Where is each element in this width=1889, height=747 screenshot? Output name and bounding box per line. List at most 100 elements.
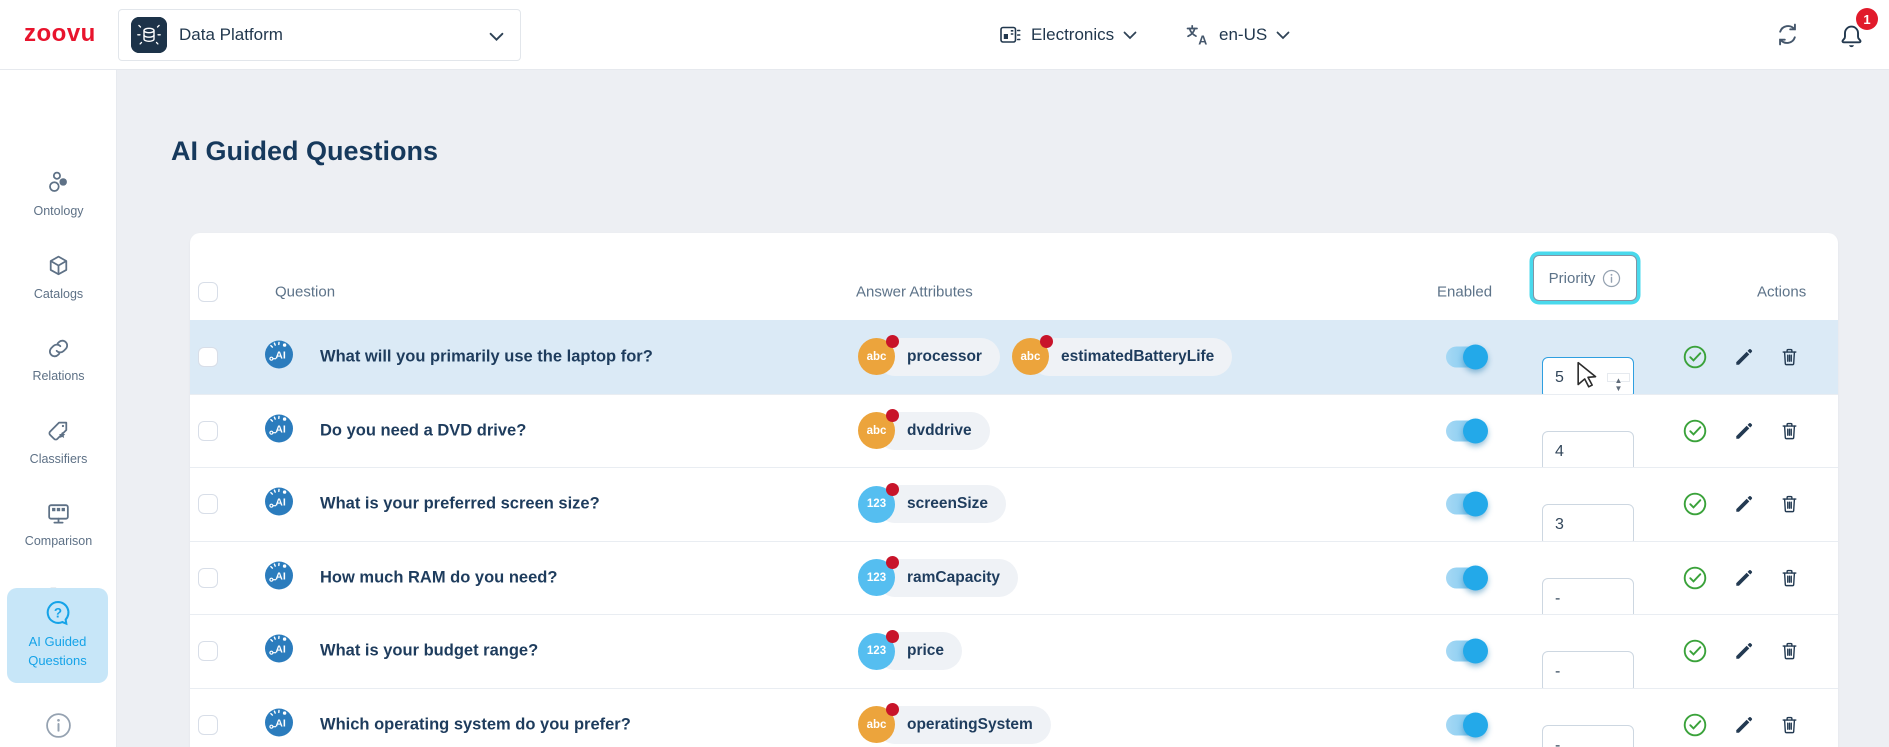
- top-bar: zoovu Data Platform Electronics A en-US …: [0, 0, 1889, 70]
- attribute-type-badge: 123: [858, 556, 899, 597]
- relations-icon: [48, 339, 69, 358]
- spinner-down-icon[interactable]: ▼: [1615, 384, 1623, 393]
- info-icon: [1602, 269, 1621, 288]
- attribute-chip[interactable]: 123 screenSize: [858, 482, 1006, 524]
- approve-button[interactable]: [1682, 344, 1708, 370]
- attribute-chip[interactable]: abc processor: [858, 335, 1000, 376]
- attribute-chip[interactable]: abc dvddrive: [858, 409, 990, 450]
- row-checkbox[interactable]: [198, 494, 218, 515]
- question-text: What will you primarily use the laptop f…: [320, 347, 653, 366]
- row-checkbox[interactable]: [198, 346, 218, 367]
- priority-column-header[interactable]: Priority: [1533, 255, 1637, 301]
- table-row: What is your budget range? 123 price: [190, 614, 1838, 694]
- sidebar-item-label: Relations: [32, 369, 85, 383]
- delete-button[interactable]: [1779, 494, 1800, 515]
- attribute-type-badge: abc: [1011, 335, 1053, 376]
- row-checkbox[interactable]: [198, 567, 218, 588]
- pencil-icon: [1733, 640, 1755, 662]
- trash-icon: [1779, 420, 1800, 441]
- sidebar-item-ai-guided-questions[interactable]: ? AI Guided Questions: [7, 588, 108, 683]
- answer-attributes: abc processor abc estimatedBatteryLife: [858, 335, 1233, 376]
- attribute-type-badge: abc: [858, 409, 899, 450]
- sidebar-item-catalogs[interactable]: Catalogs: [0, 253, 117, 301]
- priority-header-label: Priority: [1548, 269, 1596, 287]
- row-checkbox[interactable]: [198, 420, 218, 441]
- attribute-chip[interactable]: abc estimatedBatteryLife: [1011, 335, 1233, 376]
- delete-button[interactable]: [1779, 567, 1800, 588]
- pencil-icon: [1733, 567, 1755, 589]
- edit-button[interactable]: [1733, 346, 1755, 368]
- attribute-chip[interactable]: 123 price: [858, 629, 963, 671]
- comparison-icon: [48, 504, 69, 524]
- chevron-down-icon: [1123, 31, 1137, 40]
- table-body: What will you primarily use the laptop f…: [190, 320, 1838, 747]
- priority-input[interactable]: [1542, 724, 1634, 747]
- delete-button[interactable]: [1779, 714, 1800, 735]
- delete-button[interactable]: [1779, 420, 1800, 441]
- sidebar: Ontology Catalogs Relations Classifiers …: [0, 70, 117, 747]
- ai-question-icon: [264, 560, 294, 590]
- row-checkbox[interactable]: [198, 714, 218, 735]
- check-circle-icon: [1682, 491, 1708, 517]
- sidebar-item-ontology[interactable]: Ontology: [0, 170, 117, 218]
- enabled-toggle[interactable]: [1446, 418, 1488, 444]
- attribute-alert-dot: [886, 482, 899, 496]
- delete-button[interactable]: [1779, 641, 1800, 662]
- enabled-toggle[interactable]: [1446, 491, 1488, 517]
- enabled-toggle[interactable]: [1446, 712, 1488, 738]
- catalogs-icon: [49, 255, 68, 276]
- edit-button[interactable]: [1733, 493, 1755, 515]
- refresh-button[interactable]: [1774, 21, 1801, 51]
- approve-button[interactable]: [1682, 491, 1708, 517]
- approve-button[interactable]: [1682, 712, 1708, 738]
- chevron-down-icon: [489, 32, 504, 42]
- svg-text:?: ?: [53, 605, 61, 620]
- select-all-checkbox[interactable]: [198, 281, 218, 302]
- chevron-down-icon: [1276, 31, 1290, 40]
- trash-icon: [1779, 346, 1800, 367]
- attribute-chip[interactable]: abc operatingSystem: [858, 703, 1051, 744]
- catalog-selector[interactable]: Electronics: [998, 0, 1137, 70]
- delete-button[interactable]: [1779, 346, 1800, 367]
- sidebar-item-label: Comparison: [24, 534, 93, 548]
- sidebar-item-classifiers[interactable]: Classifiers: [0, 418, 117, 466]
- ai-question-icon: [264, 707, 294, 737]
- help-info-button[interactable]: [45, 712, 72, 742]
- sidebar-item-label: Ontology: [33, 204, 84, 218]
- approve-button[interactable]: [1682, 418, 1708, 444]
- ai-question-icon: [264, 634, 294, 664]
- enabled-toggle[interactable]: [1446, 565, 1488, 591]
- enabled-toggle[interactable]: [1446, 638, 1488, 664]
- table-row: Which operating system do you prefer? ab…: [190, 687, 1838, 747]
- svg-text:A: A: [1198, 34, 1207, 48]
- row-checkbox[interactable]: [198, 641, 218, 662]
- check-circle-icon: [1682, 638, 1708, 664]
- column-header-answer-attributes: Answer Attributes: [856, 283, 973, 300]
- approve-button[interactable]: [1682, 638, 1708, 664]
- pencil-icon: [1733, 493, 1755, 515]
- product-switcher[interactable]: Data Platform: [118, 9, 521, 61]
- approve-button[interactable]: [1682, 565, 1708, 591]
- attribute-type-badge: abc: [858, 703, 899, 744]
- attribute-chip[interactable]: 123 ramCapacity: [858, 556, 1019, 597]
- attribute-alert-dot: [886, 409, 899, 423]
- ontology-icon: [49, 171, 67, 192]
- locale-selector[interactable]: A en-US: [1184, 0, 1290, 70]
- sidebar-item-relations[interactable]: Relations: [0, 335, 117, 383]
- attribute-type-badge: 123: [858, 629, 899, 670]
- edit-button[interactable]: [1733, 567, 1755, 589]
- sidebar-item-comparison[interactable]: Comparison: [0, 500, 117, 548]
- question-text: Do you need a DVD drive?: [320, 421, 527, 440]
- product-switcher-label: Data Platform: [179, 25, 283, 44]
- edit-button[interactable]: [1733, 640, 1755, 662]
- attribute-type-badge: abc: [858, 335, 899, 376]
- table-row: What will you primarily use the laptop f…: [190, 320, 1838, 399]
- enabled-toggle[interactable]: [1446, 344, 1488, 370]
- question-text: Which operating system do you prefer?: [320, 715, 631, 734]
- edit-button[interactable]: [1733, 420, 1755, 442]
- notification-count-badge[interactable]: 1: [1856, 8, 1878, 30]
- number-spinner[interactable]: ▲ ▼: [1608, 373, 1629, 392]
- language-icon: A: [1186, 24, 1207, 48]
- attribute-alert-dot: [886, 556, 899, 570]
- edit-button[interactable]: [1733, 714, 1755, 736]
